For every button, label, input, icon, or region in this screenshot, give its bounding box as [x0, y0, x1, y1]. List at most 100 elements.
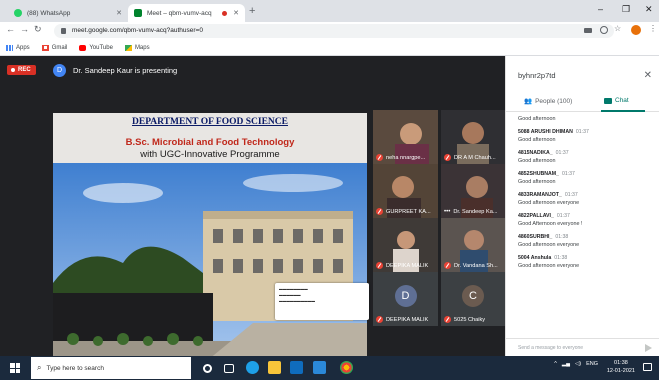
participant-name: DR A M Chauh... [454, 154, 496, 161]
mic-off-icon [376, 154, 383, 161]
participant-name: GURPREET KA... [386, 208, 431, 215]
bookmark-label: Maps [134, 44, 150, 51]
message-time: 01:37 [564, 192, 578, 198]
search-placeholder: Type here to search [46, 364, 104, 372]
bookmark-label: Apps [16, 44, 30, 51]
message-time: 01:37 [575, 129, 589, 135]
chat-icon [604, 97, 612, 104]
tab-title: Meet – qbm-vumv-acq [147, 9, 212, 17]
maximize-button[interactable]: ❐ [622, 4, 630, 15]
camera-in-use-icon[interactable] [584, 28, 592, 33]
participant-tile[interactable]: DR A M Chauh... [441, 110, 505, 164]
message-time: 01:37 [561, 171, 575, 177]
close-icon[interactable]: ✕ [644, 70, 652, 81]
participant-tile[interactable]: DEEPIKA MALIK [373, 218, 438, 272]
clock[interactable]: 01:38 12-01-2021 [607, 359, 635, 375]
chat-message: 4833RAMANJOT_ 01:37 Good afternoon everyo… [518, 192, 654, 206]
task-view-icon[interactable] [224, 364, 234, 373]
participant-tile[interactable]: C 5025 Chaiky [441, 272, 505, 326]
meeting-code: byhnr2p7td [518, 71, 556, 80]
message-sender: 5004 Anshula [518, 255, 552, 261]
reload-button[interactable]: ↻ [34, 24, 42, 35]
participant-avatar: D [394, 285, 417, 307]
close-icon[interactable]: ✕ [233, 9, 239, 17]
youtube-icon [79, 44, 87, 51]
chat-message: 4822PALLAVI_ 01:37 Good Afternoon everyon… [518, 213, 654, 227]
chat-message: 4852SHUBNAM_ 01:37 Good afternoon [518, 171, 654, 185]
new-tab-button[interactable]: + [249, 5, 255, 17]
chat-message: 4860SURBHI_ 01:38 Good afternoon everyone [518, 234, 654, 248]
message-text: Good afternoon everyone [518, 200, 580, 206]
participant-name: Dr. Sandeep Ka... [453, 209, 498, 215]
cortana-icon[interactable] [203, 364, 212, 373]
campus-building-photo [53, 163, 367, 364]
address-bar[interactable]: meet.google.com/qbm-vumv-acq?authuser=0 [54, 24, 614, 38]
participant-tile[interactable]: D DEEPIKA MALIK [373, 272, 438, 326]
participant-tile[interactable]: Dr. Vandana Sh... [441, 218, 505, 272]
notification-line: ▬▬▬▬▬▬▬▬▬▬ [279, 299, 315, 303]
message-text: Good Afternoon everyone ! [518, 221, 583, 227]
edge-icon[interactable] [246, 361, 259, 374]
presenting-notification[interactable]: ▬▬▬▬▬▬▬▬ ▬▬▬▬▬▬ ▬▬▬▬▬▬▬▬▬▬ [275, 283, 369, 320]
meet-icon [134, 9, 142, 17]
message-text: Good afternoon [518, 137, 556, 143]
bookmark-gmail[interactable]: Gmail [41, 44, 67, 51]
message-time: 01:37 [556, 213, 570, 219]
chat-message: 5088 ARUSHI DHIMAN 01:37 Good afternoon [518, 129, 654, 143]
maps-icon [124, 44, 132, 51]
menu-dots-icon[interactable]: ⋮ [649, 24, 657, 33]
clock-time: 01:38 [614, 360, 628, 366]
zoom-icon[interactable] [600, 26, 608, 34]
chevron-up-icon[interactable]: ^ [554, 361, 557, 367]
avatar[interactable] [631, 25, 641, 35]
people-icon: 👥 [524, 98, 533, 105]
mic-off-icon [376, 262, 383, 269]
windows-start-button[interactable] [10, 363, 20, 373]
tab-whatsapp[interactable]: (88) WhatsApp ✕ [8, 4, 128, 22]
close-window-button[interactable]: ✕ [645, 4, 653, 15]
language-indicator[interactable]: ENG [586, 361, 598, 367]
message-time: 01:38 [555, 234, 569, 240]
file-explorer-icon[interactable] [268, 361, 281, 374]
participant-avatar: C [462, 285, 484, 307]
slide-subtitle: B.Sc. Microbial and Food Technology [125, 137, 295, 148]
tab-chat[interactable]: Chat [604, 97, 629, 104]
message-text: Good afternoon [518, 158, 556, 164]
send-icon[interactable] [645, 344, 652, 352]
record-icon [11, 68, 15, 72]
participant-tile[interactable]: neha nnargpe... [373, 110, 438, 164]
action-center-icon[interactable] [643, 363, 652, 371]
active-tab-indicator [601, 110, 645, 112]
browser-toolbar: ← → ↻ meet.google.com/qbm-vumv-acq?authu… [0, 22, 659, 40]
notification-line: ▬▬▬▬▬▬ [279, 293, 301, 297]
chrome-icon[interactable] [340, 361, 353, 374]
store-icon[interactable] [290, 361, 303, 374]
chat-message: 5004 Anshula 01:38 Good afternoon everyon… [518, 255, 654, 269]
tab-meet[interactable]: Meet – qbm-vumv-acq ✕ [128, 4, 245, 22]
close-icon[interactable]: ✕ [116, 9, 122, 17]
star-icon[interactable]: ☆ [614, 24, 622, 33]
search-icon: ⌕ [37, 363, 42, 372]
mic-off-icon [444, 316, 451, 323]
tab-label: Chat [615, 97, 629, 104]
network-icon[interactable]: ▂▄ [562, 361, 570, 367]
forward-button[interactable]: → [20, 24, 29, 34]
chat-input[interactable]: Send a message to everyone [506, 338, 659, 356]
message-sender: 5088 ARUSHI DHIMAN [518, 129, 573, 135]
tab-people[interactable]: 👥 People (100) [524, 97, 572, 106]
bookmark-youtube[interactable]: YouTube [79, 44, 113, 51]
bookmark-apps[interactable]: Apps [6, 44, 30, 51]
minimize-button[interactable]: – [598, 4, 603, 14]
apps-grid-icon [6, 44, 13, 51]
bookmark-maps[interactable]: Maps [124, 44, 150, 51]
mail-icon[interactable] [313, 361, 326, 374]
slide-title: DEPARTMENT OF FOOD SCIENCE [132, 117, 288, 127]
participant-name: DEEPIKA MALIK [386, 262, 429, 269]
volume-icon[interactable]: ◁) [575, 361, 581, 367]
participant-name: neha nnargpe... [386, 154, 426, 161]
taskbar-search[interactable]: ⌕ Type here to search [31, 357, 191, 379]
back-button[interactable]: ← [6, 24, 15, 34]
participant-name: 5025 Chaiky [454, 316, 486, 323]
participant-tile[interactable]: ••• Dr. Sandeep Ka... [441, 164, 505, 218]
participant-tile[interactable]: GURPREET KA... [373, 164, 438, 218]
